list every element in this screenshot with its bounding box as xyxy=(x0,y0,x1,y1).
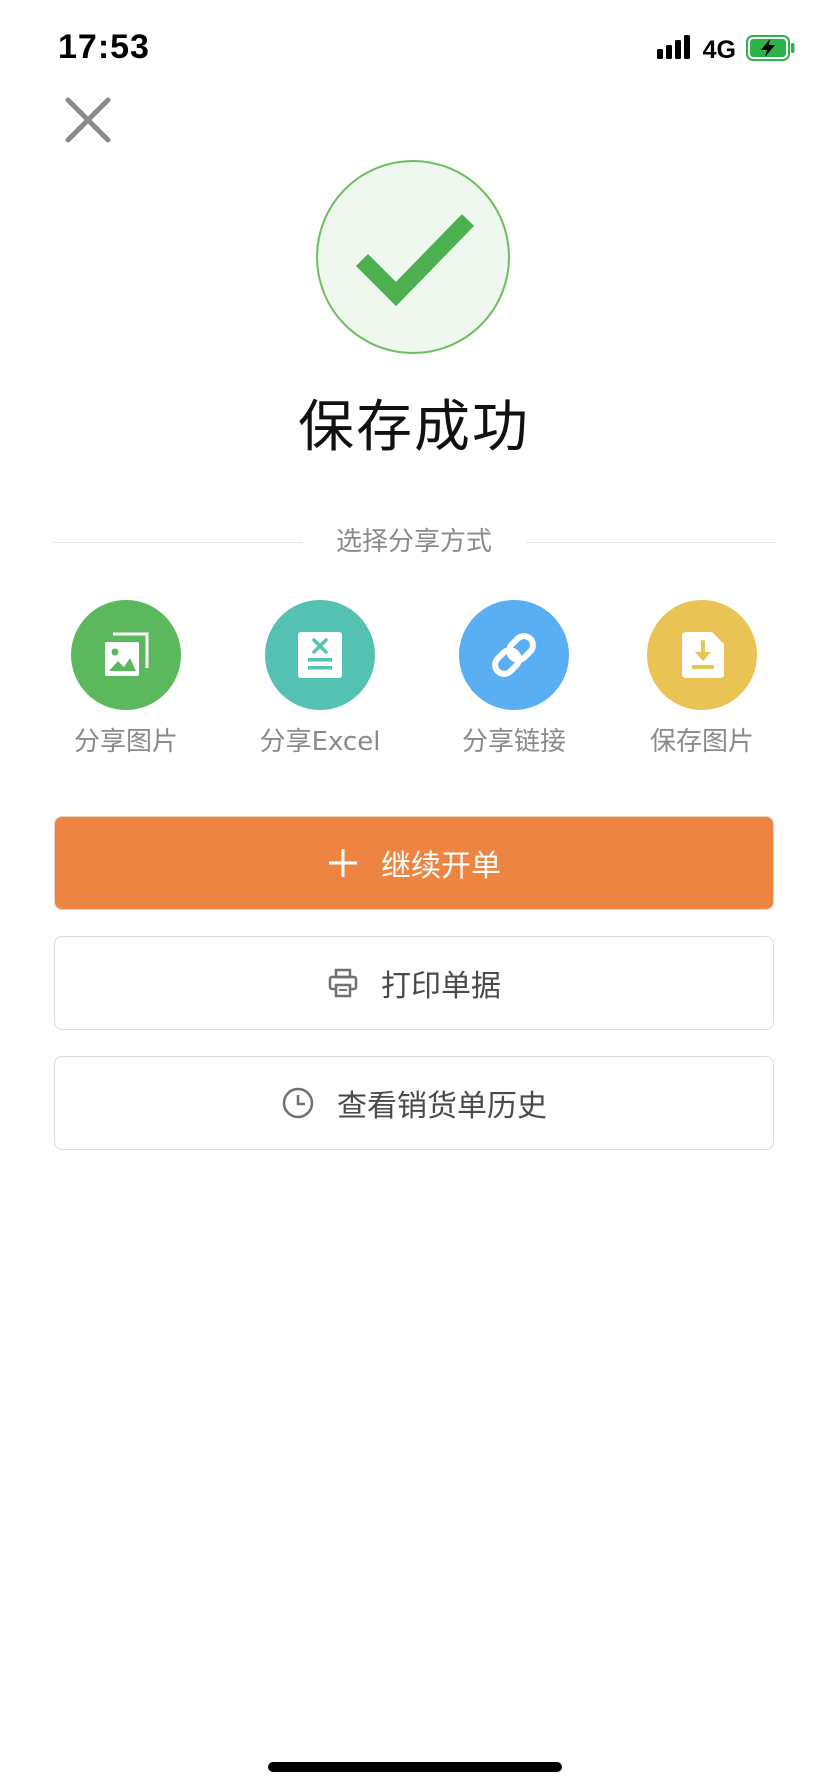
close-icon xyxy=(65,97,111,143)
status-time: 17:53 xyxy=(58,28,150,66)
page-title: 保存成功 xyxy=(298,395,530,460)
share-link-circle xyxy=(459,600,569,710)
print-receipt-label: 打印单据 xyxy=(381,969,501,1004)
share-divider: 选择分享方式 xyxy=(52,524,776,560)
share-excel-label: 分享Excel xyxy=(259,727,381,757)
printer-icon xyxy=(327,967,359,999)
check-icon xyxy=(355,214,475,307)
share-link-button[interactable]: 分享链接 xyxy=(424,600,604,760)
signal-icon xyxy=(656,35,693,65)
home-indicator xyxy=(268,1762,562,1772)
network-type: 4G xyxy=(702,35,736,64)
battery-icon xyxy=(746,35,796,65)
plus-icon xyxy=(327,847,359,879)
success-badge xyxy=(316,160,510,354)
close-button[interactable] xyxy=(64,96,112,144)
save-image-circle xyxy=(647,600,757,710)
share-link-label: 分享链接 xyxy=(461,727,566,757)
save-image-label: 保存图片 xyxy=(649,727,754,757)
continue-order-label: 继续开单 xyxy=(381,849,501,884)
sales-history-label: 查看销货单历史 xyxy=(337,1089,547,1124)
share-image-button[interactable]: 分享图片 xyxy=(36,600,216,760)
download-icon xyxy=(682,632,724,678)
share-image-label: 分享图片 xyxy=(73,727,178,757)
save-image-button[interactable]: 保存图片 xyxy=(612,600,792,760)
link-icon xyxy=(492,633,536,677)
print-receipt-button[interactable]: 打印单据 xyxy=(54,936,774,1030)
share-excel-circle xyxy=(265,600,375,710)
excel-icon xyxy=(298,632,342,678)
continue-order-button[interactable]: 继续开单 xyxy=(54,816,774,910)
share-excel-button[interactable]: 分享Excel xyxy=(230,600,410,760)
share-image-circle xyxy=(71,600,181,710)
clock-icon xyxy=(281,1086,315,1120)
image-icon xyxy=(105,632,149,676)
status-bar-right: 4G xyxy=(656,32,796,68)
divider-line-right xyxy=(526,542,776,543)
sales-history-button[interactable]: 查看销货单历史 xyxy=(54,1056,774,1150)
